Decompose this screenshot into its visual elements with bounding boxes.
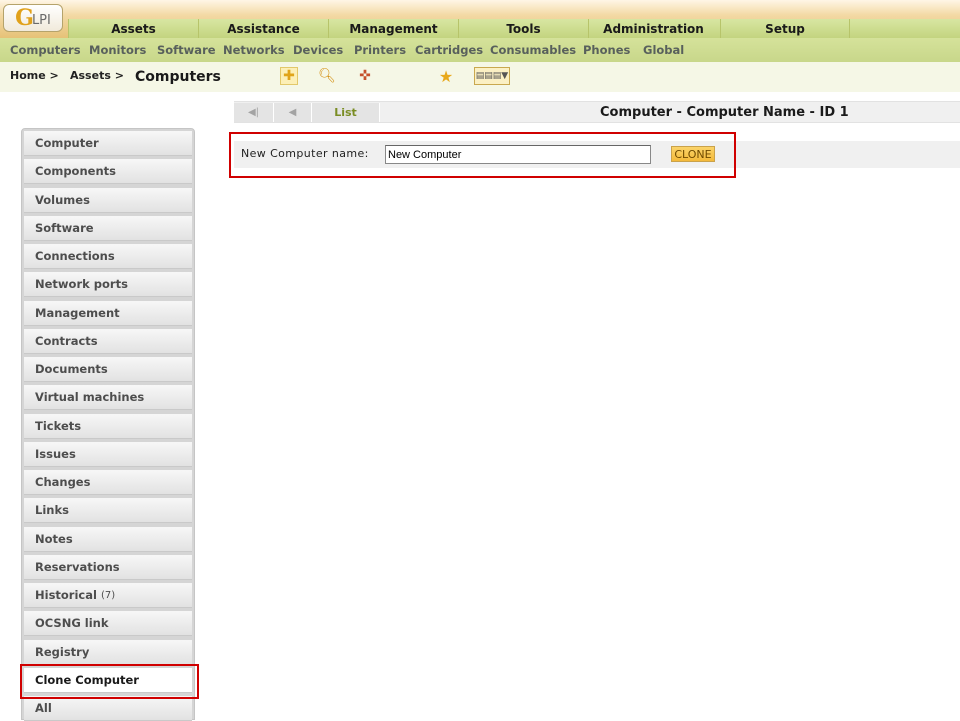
- tab-ocsng-link[interactable]: OCSNG link: [24, 611, 192, 636]
- logo-text: LPI: [31, 12, 51, 28]
- page-title[interactable]: Computers: [135, 69, 221, 85]
- tab-label: OCSNG link: [35, 616, 109, 630]
- tab-reservations[interactable]: Reservations: [24, 555, 192, 580]
- glpi-logo[interactable]: G LPI: [3, 4, 63, 32]
- tab-changes[interactable]: Changes: [24, 470, 192, 495]
- tab-virtual-machines[interactable]: Virtual machines: [24, 385, 192, 410]
- item-title: Computer - Computer Name - ID 1: [600, 105, 849, 120]
- tab-label: Components: [35, 164, 116, 178]
- sub-menu-global[interactable]: Global: [643, 43, 684, 57]
- main-menu-assets[interactable]: Assets: [68, 19, 198, 38]
- tab-label: Connections: [35, 249, 115, 263]
- clone-tab-highlight: [20, 664, 199, 699]
- sub-menu-devices[interactable]: Devices: [293, 43, 343, 57]
- tab-components[interactable]: Components: [24, 159, 192, 184]
- tab-label: Reservations: [35, 560, 120, 574]
- main-menu-setup[interactable]: Setup: [720, 19, 850, 38]
- tab-label: Notes: [35, 532, 73, 546]
- search-icon[interactable]: 🔍︎: [318, 67, 336, 85]
- tab-contracts[interactable]: Contracts: [24, 329, 192, 354]
- star-icon[interactable]: ★: [437, 67, 455, 86]
- tab-label: Computer: [35, 136, 99, 150]
- list-view-icon[interactable]: ▤▤▤▼: [474, 67, 510, 85]
- tab-connections[interactable]: Connections: [24, 244, 192, 269]
- main-menu-assistance[interactable]: Assistance: [198, 19, 328, 38]
- list-link[interactable]: List: [334, 106, 357, 119]
- tab-count-badge: (7): [100, 589, 116, 601]
- sub-menu-networks[interactable]: Networks: [223, 43, 285, 57]
- breadcrumb-home[interactable]: Home >: [10, 69, 59, 82]
- tab-issues[interactable]: Issues: [24, 442, 192, 467]
- list-link-cell: List: [312, 103, 380, 122]
- tab-label: Historical: [35, 588, 97, 602]
- template-icon[interactable]: ✜: [356, 67, 374, 85]
- tab-links[interactable]: Links: [24, 498, 192, 523]
- tab-label: Software: [35, 221, 94, 235]
- tab-label: Virtual machines: [35, 390, 145, 404]
- tab-volumes[interactable]: Volumes: [24, 188, 192, 213]
- tab-label: Links: [35, 503, 69, 517]
- sub-menu-software[interactable]: Software: [157, 43, 216, 57]
- tab-notes[interactable]: Notes: [24, 527, 192, 552]
- tab-network-ports[interactable]: Network ports: [24, 272, 192, 297]
- main-menu-administration[interactable]: Administration: [588, 19, 718, 38]
- breadcrumb-assets[interactable]: Assets >: [70, 69, 124, 82]
- tab-documents[interactable]: Documents: [24, 357, 192, 382]
- tab-label: Network ports: [35, 277, 128, 291]
- main-menu-management[interactable]: Management: [328, 19, 458, 38]
- tab-all[interactable]: All: [24, 696, 192, 721]
- sub-menu-phones[interactable]: Phones: [583, 43, 630, 57]
- tab-software[interactable]: Software: [24, 216, 192, 241]
- sub-menu-printers[interactable]: Printers: [354, 43, 406, 57]
- tab-label: Contracts: [35, 334, 98, 348]
- main-menu-tools[interactable]: Tools: [458, 19, 588, 38]
- tab-management[interactable]: Management: [24, 301, 192, 326]
- sub-menu-consumables[interactable]: Consumables: [490, 43, 576, 57]
- sub-menu-cartridges[interactable]: Cartridges: [415, 43, 483, 57]
- sub-menu-computers[interactable]: Computers: [10, 43, 81, 57]
- sub-menu-monitors[interactable]: Monitors: [89, 43, 146, 57]
- tab-label: Management: [35, 306, 120, 320]
- tab-tickets[interactable]: Tickets: [24, 414, 192, 439]
- tab-computer[interactable]: Computer: [24, 131, 192, 156]
- tab-label: Volumes: [35, 193, 90, 207]
- tab-historical[interactable]: Historical (7): [24, 583, 192, 608]
- tab-label: Tickets: [35, 419, 82, 433]
- tab-label: Issues: [35, 447, 76, 461]
- tab-label: Registry: [35, 645, 90, 659]
- tab-label: All: [35, 701, 52, 715]
- add-icon[interactable]: ✚: [280, 67, 298, 85]
- tab-label: Documents: [35, 362, 108, 376]
- tab-registry[interactable]: Registry: [24, 640, 192, 665]
- clone-form-highlight: [229, 132, 736, 178]
- item-navigation-bar: ◀| ◀ List Computer - Computer Name - ID …: [234, 101, 960, 123]
- previous-item-icon[interactable]: ◀: [274, 103, 312, 122]
- tab-label: Changes: [35, 475, 91, 489]
- first-item-icon[interactable]: ◀|: [234, 103, 274, 122]
